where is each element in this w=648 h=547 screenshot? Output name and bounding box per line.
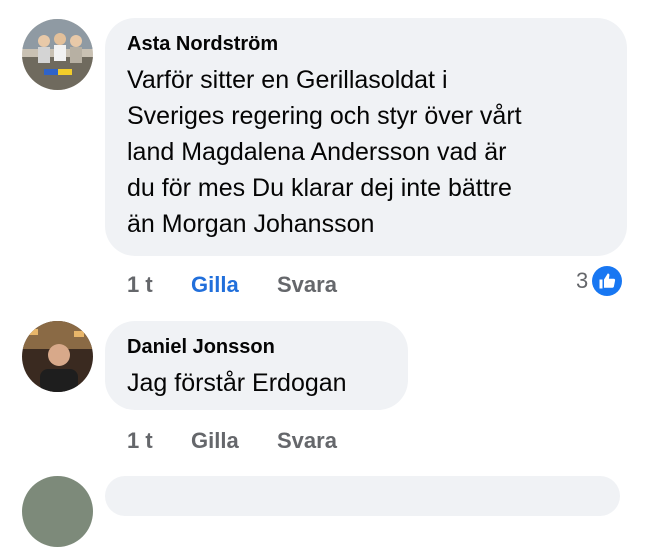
comment-actions: 1 t Gilla Svara xyxy=(127,428,337,454)
comment-text-line: Sveriges regering och styr över vårt xyxy=(127,102,522,130)
avatar[interactable] xyxy=(22,476,93,547)
reply-button[interactable]: Svara xyxy=(277,428,337,454)
reply-button[interactable]: Svara xyxy=(277,272,337,298)
comment-text-line: än Morgan Johansson xyxy=(127,210,375,238)
comment-bubble: Daniel Jonsson Jag förstår Erdogan xyxy=(105,321,408,410)
comment-timestamp[interactable]: 1 t xyxy=(127,272,191,298)
comment-author[interactable]: Daniel Jonsson xyxy=(127,335,386,359)
reaction-count: 3 xyxy=(576,268,589,293)
comment-timestamp[interactable]: 1 t xyxy=(127,428,191,454)
comment-text-line: Varför sitter en Gerillasoldat i xyxy=(127,66,448,94)
comment-bubble xyxy=(105,476,620,516)
comment-text-line: land Magdalena Andersson vad är xyxy=(127,138,507,166)
like-button[interactable]: Gilla xyxy=(191,428,277,454)
like-icon xyxy=(592,266,623,296)
comment-text: Jag förstår Erdogan xyxy=(127,369,347,397)
comment-text-line: du för mes Du klarar dej inte bättre xyxy=(127,174,512,202)
avatar[interactable] xyxy=(22,19,93,90)
comment-actions: 1 t Gilla Svara xyxy=(127,272,337,298)
comment-author[interactable]: Asta Nordström xyxy=(127,32,605,56)
avatar-image-asta xyxy=(22,19,93,90)
comment-bubble: Asta Nordström Varför sitter en Gerillas… xyxy=(105,18,627,256)
like-button[interactable]: Gilla xyxy=(191,272,277,298)
reaction-summary[interactable]: 3 xyxy=(576,266,623,296)
avatar[interactable] xyxy=(22,321,93,392)
avatar-image-daniel xyxy=(22,321,93,392)
avatar-image-next xyxy=(22,476,93,547)
